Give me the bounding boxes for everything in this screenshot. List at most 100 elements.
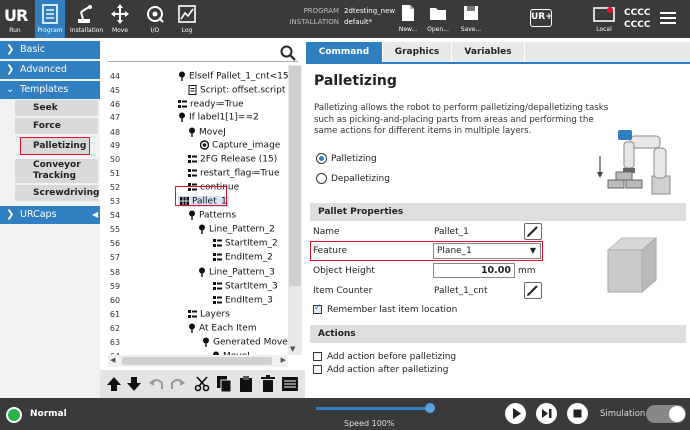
- sidebar-item-conveyor-tracking[interactable]: Conveyor Tracking: [15, 159, 98, 183]
- sidebar-urcaps[interactable]: ❯ URCaps: [0, 206, 100, 224]
- end-item-node[interactable]: EndItem_3: [213, 295, 273, 306]
- nav-tab-program[interactable]: Program: [35, 0, 65, 38]
- movej-node[interactable]: MoveJ: [188, 127, 226, 138]
- sidebar-item-seek[interactable]: Seek: [15, 100, 98, 116]
- speed-slider-track[interactable]: [316, 407, 432, 410]
- cut-icon[interactable]: [194, 375, 210, 393]
- edit-name-button[interactable]: [524, 223, 542, 240]
- search-icon[interactable]: [280, 45, 296, 61]
- trash-icon[interactable]: [260, 375, 276, 393]
- elseif-node[interactable]: ElseIf Pallet_1_cnt<15: [178, 71, 289, 82]
- radio-depalletizing-label: Depalletizing: [331, 174, 390, 184]
- line-number: 60: [109, 296, 121, 305]
- scroll-down-icon[interactable]: ▼: [290, 345, 295, 353]
- line-pattern-node[interactable]: Line_Pattern_3: [198, 267, 275, 278]
- scroll-right-icon[interactable]: ▶: [281, 356, 286, 364]
- sidebar-basic[interactable]: ❯ Basic: [0, 41, 100, 59]
- feature-dropdown[interactable]: Plane_1 ▼: [433, 243, 541, 259]
- move-down-icon[interactable]: [126, 375, 142, 393]
- assignment-node[interactable]: restart_flag≔True: [188, 168, 280, 179]
- nav-tab-program-label: Program: [37, 27, 63, 34]
- object-height-input[interactable]: 10.00: [433, 263, 515, 278]
- paste-icon[interactable]: [238, 375, 254, 393]
- if-node[interactable]: If label1[1]==2: [178, 112, 259, 123]
- line-number: 59: [109, 282, 121, 291]
- checkbox-unchecked: [313, 365, 322, 374]
- start-item-node[interactable]: StartItem_2: [213, 238, 278, 249]
- play-button[interactable]: [505, 403, 526, 424]
- speed-slider-fill: [316, 407, 430, 410]
- tree-node-label: At Each Item: [199, 323, 257, 334]
- nav-tab-log[interactable]: Log: [172, 0, 202, 38]
- stop-button[interactable]: [567, 403, 588, 424]
- sidebar-item-force[interactable]: Force: [15, 118, 98, 134]
- tree-node-label: ElseIf Pallet_1_cnt<15: [189, 71, 289, 82]
- edit-item-counter-button[interactable]: [524, 282, 542, 299]
- remember-location-label: Remember last item location: [327, 305, 458, 315]
- assignment-node[interactable]: ready≔True: [178, 99, 244, 110]
- chevron-right-icon: ❯: [6, 64, 15, 75]
- nav-tab-installation[interactable]: Installation: [70, 0, 103, 38]
- step-button[interactable]: [536, 403, 557, 424]
- undo-icon[interactable]: [148, 375, 164, 393]
- pencil-icon: [527, 226, 538, 237]
- chevron-right-icon: ❯: [6, 209, 15, 220]
- script-node[interactable]: Script: offset.script: [188, 85, 285, 96]
- capture-image-node[interactable]: Capture_image: [200, 140, 280, 151]
- expand-pin-icon: [178, 71, 186, 82]
- expand-pin-icon: [188, 127, 196, 138]
- tab-command[interactable]: Command: [306, 42, 382, 62]
- chevron-down-icon: ⌄: [6, 84, 15, 95]
- gripper-release-node[interactable]: 2FG Release (15): [188, 154, 277, 165]
- object-cube-illustration: [606, 236, 658, 294]
- object-height-label: Object Height: [313, 266, 375, 276]
- open-file-button[interactable]: Open...: [425, 4, 451, 36]
- sidebar-item-palletizing[interactable]: Palletizing: [20, 137, 90, 155]
- sidebar-advanced[interactable]: ❯ Advanced: [0, 61, 100, 79]
- tree-search-bar[interactable]: [108, 44, 298, 62]
- action-before-checkbox[interactable]: Add action before palletizing: [313, 352, 456, 362]
- end-item-node[interactable]: EndItem_2: [213, 252, 273, 263]
- local-control-button[interactable]: Local: [590, 4, 618, 36]
- collapse-sidebar-icon[interactable]: ◀: [92, 210, 100, 220]
- move-up-icon[interactable]: [106, 375, 122, 393]
- robot-status-icon[interactable]: [6, 407, 22, 423]
- start-item-node[interactable]: StartItem_3: [213, 281, 278, 292]
- radio-dot: [316, 173, 327, 184]
- suppress-icon[interactable]: [282, 375, 298, 393]
- tree-scroll-thumb[interactable]: [289, 66, 301, 286]
- redo-icon[interactable]: [170, 375, 186, 393]
- speed-slider-handle[interactable]: [424, 403, 435, 413]
- expand-pin-icon: [188, 323, 196, 334]
- tree-node-label: Script: offset.script: [200, 85, 286, 96]
- save-file-label: Save...: [460, 26, 482, 33]
- tree-horizontal-scrollbar[interactable]: ◀ ▶: [108, 355, 288, 367]
- new-file-label: New...: [398, 26, 418, 33]
- new-file-button[interactable]: New...: [395, 4, 421, 36]
- remember-location-checkbox[interactable]: Remember last item location: [313, 303, 458, 315]
- menu-icon[interactable]: [660, 11, 676, 25]
- nav-tab-io[interactable]: I/O: [140, 0, 170, 38]
- action-after-checkbox[interactable]: Add action after palletizing: [313, 365, 448, 375]
- copy-icon[interactable]: [216, 375, 232, 393]
- generated-moves-node[interactable]: Generated Moves: [202, 337, 292, 348]
- at-each-item-node[interactable]: At Each Item: [188, 323, 257, 334]
- tab-graphics[interactable]: Graphics: [383, 42, 451, 62]
- radio-depalletizing[interactable]: Depalletizing: [316, 173, 390, 184]
- line-number: 52: [109, 183, 121, 192]
- pencil-icon: [527, 285, 538, 296]
- sidebar-templates[interactable]: ⌄ Templates: [0, 81, 100, 99]
- horizontal-scroll-thumb[interactable]: [122, 357, 272, 365]
- radio-palletizing[interactable]: Palletizing: [316, 153, 377, 164]
- scroll-left-icon[interactable]: ◀: [110, 356, 115, 364]
- patterns-node[interactable]: Patterns: [188, 210, 236, 221]
- urcaps-plus-icon[interactable]: UR+: [530, 9, 553, 27]
- layers-node[interactable]: Layers: [188, 309, 230, 320]
- tab-variables[interactable]: Variables: [452, 42, 524, 62]
- nav-tab-run[interactable]: UR Run: [0, 0, 30, 38]
- sidebar-item-screwdriving[interactable]: Screwdriving: [15, 185, 99, 201]
- line-pattern-node[interactable]: Line_Pattern_2: [198, 224, 275, 235]
- nav-tab-move[interactable]: Move: [105, 0, 135, 38]
- save-file-button[interactable]: Save...: [458, 4, 484, 36]
- simulation-toggle[interactable]: [646, 405, 686, 423]
